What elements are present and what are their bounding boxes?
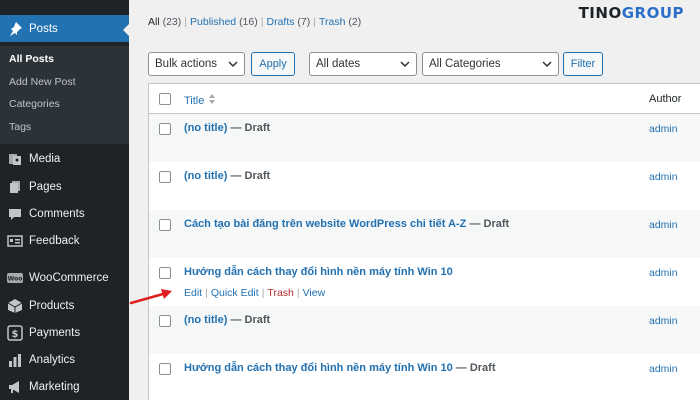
post-title-link[interactable]: (no title) — Draft xyxy=(184,122,270,134)
view-trash[interactable]: Trash (2) xyxy=(319,16,361,28)
woocommerce-icon: Woo xyxy=(7,270,23,286)
menu-pages[interactable]: Pages xyxy=(0,173,129,200)
post-title-link[interactable]: (no title) — Draft xyxy=(184,170,270,182)
view-link[interactable]: View xyxy=(303,287,326,299)
menu-media-label: Media xyxy=(29,152,61,165)
trash-link[interactable]: Trash xyxy=(267,287,293,299)
table-row: (no title) — Draft admin xyxy=(149,162,700,210)
submenu-all-posts[interactable]: All Posts xyxy=(9,53,54,65)
filter-button[interactable]: Filter xyxy=(563,52,603,76)
menu-products[interactable]: Products xyxy=(0,292,129,319)
media-icon xyxy=(7,151,23,167)
table-header: Title Author xyxy=(149,84,700,114)
chevron-down-icon xyxy=(228,59,238,69)
payments-dollar-icon: $ xyxy=(7,324,23,341)
bulk-actions-select[interactable]: Bulk actions xyxy=(148,52,245,76)
menu-posts-label: Posts xyxy=(29,22,58,35)
post-title-link[interactable]: Cách tạo bài đăng trên website WordPress… xyxy=(184,218,509,230)
author-link[interactable]: admin xyxy=(649,123,678,135)
table-row: Hướng dẫn cách thay đổi hình nền máy tín… xyxy=(149,258,700,306)
menu-products-label: Products xyxy=(29,299,75,312)
menu-woocommerce-label: WooCommerce xyxy=(29,271,109,284)
dates-select[interactable]: All dates xyxy=(309,52,417,76)
menu-pages-label: Pages xyxy=(29,180,62,193)
quick-edit-link[interactable]: Quick Edit xyxy=(211,287,259,299)
submenu-tags[interactable]: Tags xyxy=(9,121,31,133)
title-column-header[interactable]: Title xyxy=(184,93,216,108)
admin-sidebar: Posts All Posts Add New Post Categories … xyxy=(0,0,130,400)
menu-marketing[interactable]: Marketing xyxy=(0,373,129,400)
author-link[interactable]: admin xyxy=(649,363,678,375)
submenu-add-new-post[interactable]: Add New Post xyxy=(9,76,76,88)
row-checkbox[interactable] xyxy=(159,363,171,375)
row-checkbox[interactable] xyxy=(159,267,171,279)
view-all[interactable]: All (23) xyxy=(148,16,181,28)
menu-woocommerce[interactable]: Woo WooCommerce xyxy=(0,264,129,291)
main-content: All (23) | Published (16) | Drafts (7) | Trash… xyxy=(129,0,700,400)
categories-select[interactable]: All Categories xyxy=(422,52,559,76)
pages-icon xyxy=(7,179,23,195)
view-published[interactable]: Published (16) xyxy=(190,16,258,28)
menu-analytics[interactable]: Analytics xyxy=(0,346,129,373)
menu-feedback[interactable]: Feedback xyxy=(0,227,129,254)
table-row: (no title) — Draft admin xyxy=(149,114,700,162)
author-link[interactable]: admin xyxy=(649,219,678,231)
posts-table: Title Author (no title) — Draft admin (n… xyxy=(148,83,700,400)
feedback-icon xyxy=(7,233,23,249)
comment-icon xyxy=(7,206,23,222)
pushpin-icon xyxy=(7,21,23,37)
chevron-down-icon xyxy=(542,59,552,69)
apply-button[interactable]: Apply xyxy=(251,52,295,76)
tinogroup-logo: TINOGROUP xyxy=(578,4,684,22)
menu-feedback-label: Feedback xyxy=(29,234,80,247)
author-column-header: Author xyxy=(649,93,682,105)
bulk-actions-value: Bulk actions xyxy=(155,58,218,70)
menu-comments-label: Comments xyxy=(29,207,85,220)
author-link[interactable]: admin xyxy=(649,315,678,327)
svg-text:Woo: Woo xyxy=(8,275,23,282)
menu-media[interactable]: Media xyxy=(0,145,129,172)
menu-marketing-label: Marketing xyxy=(29,380,80,393)
dates-value: All dates xyxy=(316,58,361,70)
row-checkbox[interactable] xyxy=(159,315,171,327)
megaphone-icon xyxy=(7,379,23,395)
row-checkbox[interactable] xyxy=(159,171,171,183)
menu-posts[interactable]: Posts xyxy=(0,15,130,42)
post-title-link[interactable]: Hướng dẫn cách thay đổi hình nền máy tín… xyxy=(184,362,496,374)
posts-submenu: All Posts Add New Post Categories Tags xyxy=(0,46,129,144)
sort-icon xyxy=(208,93,216,108)
products-box-icon xyxy=(7,298,23,314)
svg-text:$: $ xyxy=(12,329,19,340)
author-link[interactable]: admin xyxy=(649,267,678,279)
menu-analytics-label: Analytics xyxy=(29,353,76,366)
table-row: (no title) — Draft admin xyxy=(149,306,700,354)
row-actions: Edit | Quick Edit | Trash | View xyxy=(184,287,326,299)
post-title-link[interactable]: Hướng dẫn cách thay đổi hình nền máy tín… xyxy=(184,266,453,278)
post-title-link[interactable]: (no title) — Draft xyxy=(184,314,270,326)
post-status-filters: All (23) | Published (16) | Drafts (7) | Trash… xyxy=(148,16,362,28)
analytics-bars-icon xyxy=(7,352,23,368)
menu-comments[interactable]: Comments xyxy=(0,200,129,227)
author-link[interactable]: admin xyxy=(649,171,678,183)
view-drafts[interactable]: Drafts (7) xyxy=(266,16,310,28)
select-all-checkbox[interactable] xyxy=(159,93,171,105)
chevron-down-icon xyxy=(400,59,410,69)
row-checkbox[interactable] xyxy=(159,123,171,135)
row-checkbox[interactable] xyxy=(159,219,171,231)
menu-payments-label: Payments xyxy=(29,326,81,339)
edit-link[interactable]: Edit xyxy=(184,287,202,299)
submenu-categories[interactable]: Categories xyxy=(9,98,60,110)
menu-payments[interactable]: $ Payments xyxy=(0,319,129,346)
table-row: Cách tạo bài đăng trên website WordPress… xyxy=(149,210,700,258)
categories-value: All Categories xyxy=(429,58,501,70)
table-row: Hướng dẫn cách thay đổi hình nền máy tín… xyxy=(149,354,700,400)
